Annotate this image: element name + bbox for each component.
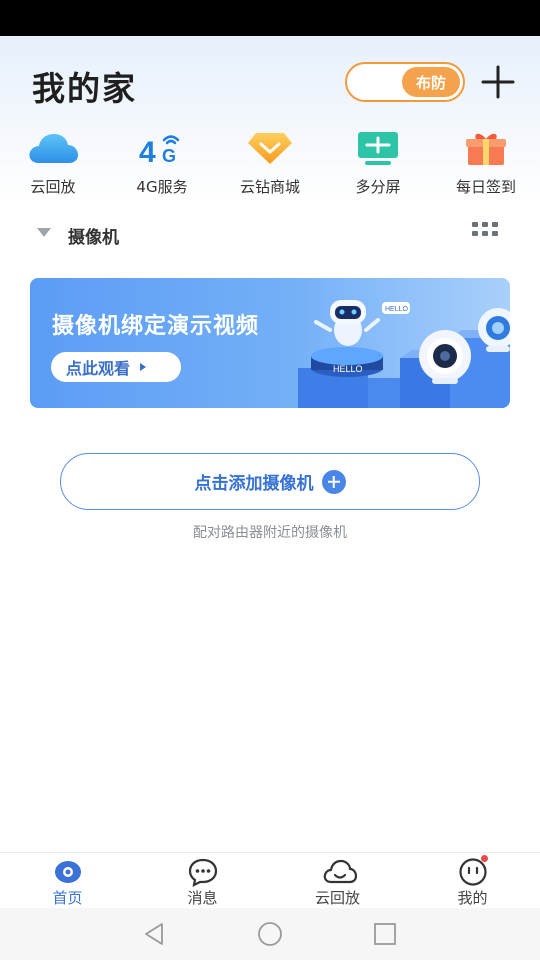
status-bar (0, 0, 540, 36)
svg-text:G: G (162, 146, 176, 166)
play-arrow-icon (140, 363, 147, 371)
tutorial-video-banner[interactable]: 摄像机绑定演示视频 点此观看 HELLO HELLO (30, 278, 510, 408)
arm-toggle[interactable]: 布防 (345, 62, 465, 102)
profile-face-icon (458, 855, 488, 887)
quick-action-diamond-mall[interactable]: 云钻商城 (220, 128, 320, 197)
quick-action-label: 每日签到 (455, 178, 516, 196)
svg-text:4: 4 (139, 136, 156, 166)
page-title: 我的家 (32, 69, 137, 108)
tab-label: 消息 (187, 889, 218, 907)
bottom-tab-bar: 首页 消息 云回放 我的 (0, 852, 540, 908)
banner-title: 摄像机绑定演示视频 (52, 314, 260, 339)
quick-action-label: 云回放 (30, 178, 76, 196)
tab-cloud-playback[interactable]: 云回放 (270, 853, 405, 909)
quick-action-label: 云钻商城 (239, 178, 300, 196)
plus-circle-icon (321, 469, 346, 494)
system-nav-bar (0, 908, 540, 960)
add-camera-hint: 配对路由器附近的摄像机 (193, 525, 347, 541)
cloud-icon (26, 128, 80, 168)
tab-label: 我的 (457, 889, 488, 907)
message-icon (188, 857, 218, 887)
watch-now-label: 点此观看 (66, 359, 131, 378)
banner-art-hello: HELLO (333, 364, 363, 374)
quick-action-cloud-playback[interactable]: 云回放 (3, 128, 103, 197)
cloud-playback-icon (323, 857, 357, 887)
gift-icon (459, 128, 513, 168)
quick-action-label: 4G服务 (136, 178, 188, 196)
robot-camera-illustration: HELLO HELLO (298, 300, 510, 408)
section-title: 摄像机 (68, 228, 119, 248)
collapse-caret-icon[interactable] (37, 228, 51, 237)
quick-action-label: 多分屏 (355, 178, 401, 196)
quick-action-4g-service[interactable]: 4 G 4G服务 (112, 128, 212, 197)
tab-label: 云回放 (314, 889, 360, 907)
tab-profile[interactable]: 我的 (405, 853, 540, 909)
quick-action-daily-checkin[interactable]: 每日签到 (436, 128, 536, 197)
tab-label: 首页 (52, 889, 83, 907)
arm-toggle-knob: 布防 (402, 67, 460, 97)
add-device-button[interactable] (480, 64, 516, 100)
nav-back-icon[interactable] (140, 920, 168, 948)
add-camera-button[interactable]: 点击添加摄像机 (60, 453, 480, 510)
tab-home[interactable]: 首页 (0, 853, 135, 909)
watch-now-button[interactable]: 点此观看 (51, 352, 181, 382)
notification-badge (480, 855, 488, 862)
split-screen-icon (351, 128, 405, 168)
quick-action-split-screen[interactable]: 多分屏 (328, 128, 428, 197)
nav-home-icon[interactable] (256, 920, 284, 948)
home-eye-icon (53, 857, 83, 887)
diamond-icon (243, 128, 297, 168)
tab-messages[interactable]: 消息 (135, 853, 270, 909)
4g-signal-icon: 4 G (135, 128, 189, 168)
plus-icon (481, 65, 515, 99)
camera-section-header[interactable]: 摄像机 (0, 218, 540, 252)
add-camera-label: 点击添加摄像机 (194, 474, 314, 494)
nav-recents-icon[interactable] (371, 920, 399, 948)
banner-art-hello-bubble: HELLO (385, 306, 409, 313)
grid-view-icon[interactable] (472, 222, 498, 238)
